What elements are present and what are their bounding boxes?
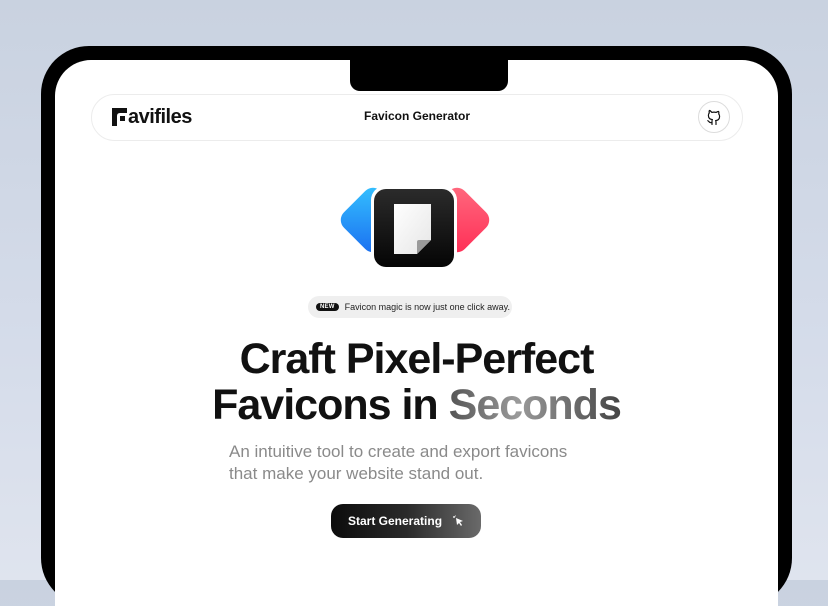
- subtitle-line-2: that make your website stand out.: [229, 464, 484, 483]
- headline-line-2: Favicons in Seconds: [55, 382, 778, 428]
- subtitle-line-1: An intuitive tool to create and export f…: [229, 442, 568, 461]
- hero-subtitle: An intuitive tool to create and export f…: [229, 441, 629, 485]
- hero-headline: Craft Pixel-Perfect Favicons in Seconds: [55, 336, 778, 428]
- device-frame: avifiles Favicon Generator NEW Favicon m…: [41, 46, 792, 606]
- start-generating-button[interactable]: Start Generating: [331, 504, 481, 538]
- github-icon: [707, 109, 721, 125]
- github-button[interactable]: [698, 101, 730, 133]
- device-notch: [350, 60, 508, 91]
- cursor-sparkle-icon: [453, 515, 464, 526]
- favicon-app-icon: [340, 186, 490, 270]
- cta-label: Start Generating: [348, 514, 443, 528]
- new-tag: NEW: [316, 303, 339, 311]
- nav-title: Favicon Generator: [363, 109, 471, 123]
- announcement-badge: NEW Favicon magic is now just one click …: [308, 296, 512, 318]
- headline-gradient-word: Seconds: [448, 381, 622, 429]
- device-screen: avifiles Favicon Generator NEW Favicon m…: [55, 60, 778, 606]
- navbar: avifiles Favicon Generator: [91, 94, 743, 141]
- headline-line-1: Craft Pixel-Perfect: [239, 335, 595, 383]
- headline-plain-text: Favicons in: [212, 381, 449, 429]
- badge-text: Favicon magic is now just one click away…: [344, 302, 511, 312]
